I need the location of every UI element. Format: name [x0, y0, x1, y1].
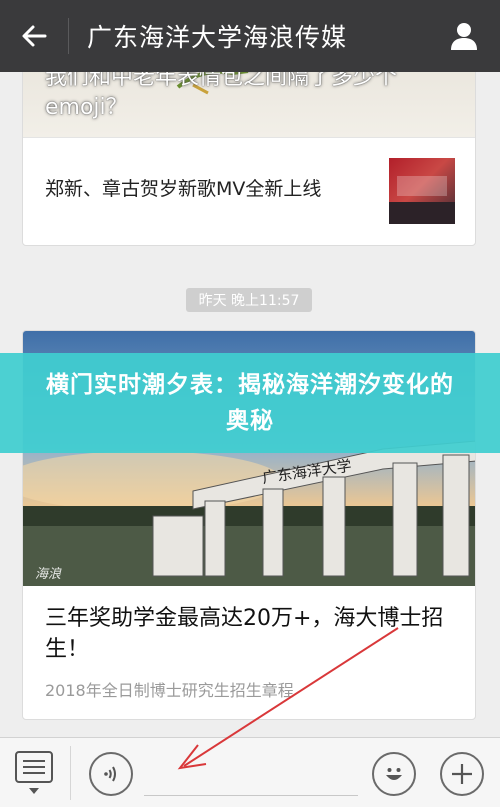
profile-button[interactable]	[428, 0, 500, 72]
voice-icon	[104, 766, 116, 782]
person-icon	[451, 23, 477, 50]
bottombar-divider	[70, 746, 71, 800]
article-thumbnail	[389, 158, 455, 224]
article-card-group: 我们和中老年表情包之间隔了多少个emoji？ 郑新、章古贺岁新歌MV全新上线	[22, 52, 476, 246]
title-banner: 横门实时潮夕表：揭秘海洋潮汐变化的奥秘	[0, 353, 500, 453]
article-title: 郑新、章古贺岁新歌MV全新上线	[45, 178, 322, 200]
back-button[interactable]	[0, 0, 68, 72]
emoji-icon	[386, 768, 402, 780]
bottom-input-bar	[0, 737, 500, 807]
arrow-left-icon	[22, 25, 47, 47]
menu-button[interactable]	[10, 750, 58, 798]
top-bar: 广东海洋大学海浪传媒	[0, 0, 500, 72]
menu-caret-icon	[29, 788, 39, 794]
article-title: 三年奖助学金最高达20万+，海大博士招生！	[45, 606, 444, 662]
message-input[interactable]	[144, 750, 358, 796]
voice-button[interactable]	[89, 752, 133, 796]
emoji-button[interactable]	[372, 752, 416, 796]
plus-icon	[452, 764, 472, 784]
plus-button[interactable]	[440, 752, 484, 796]
menu-list-icon	[15, 751, 53, 783]
image-watermark: 海浪	[35, 567, 62, 582]
article-cover-title: 我们和中老年表情包之间隔了多少个emoji？	[45, 65, 398, 120]
article-subtitle: 2018年全日制博士研究生招生章程	[45, 681, 294, 700]
page-title: 广东海洋大学海浪传媒	[87, 23, 348, 52]
message-timestamp: 昨天 晚上11:57	[186, 288, 312, 312]
article-list-item[interactable]: 郑新、章古贺岁新歌MV全新上线	[23, 138, 475, 245]
banner-text: 横门实时潮夕表：揭秘海洋潮汐变化的奥秘	[46, 372, 454, 434]
